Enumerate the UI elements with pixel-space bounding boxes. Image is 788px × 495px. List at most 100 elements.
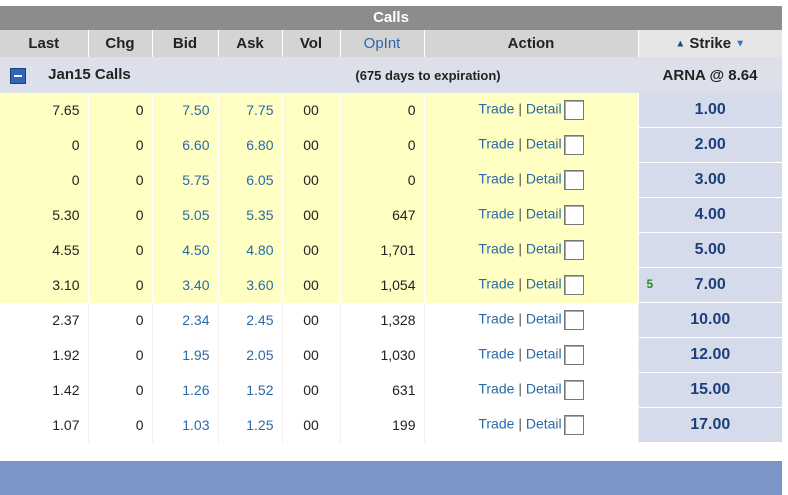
detail-link[interactable]: Detail	[526, 276, 562, 292]
open-interest: 199	[340, 407, 425, 443]
ask-price: 2.45	[218, 302, 283, 338]
strike-price: 15.00	[690, 381, 731, 398]
strike-price-cell[interactable]: 4.00	[638, 197, 782, 233]
ask-price: 6.05	[218, 162, 283, 198]
last-price: 0	[0, 162, 89, 198]
bid-price: 5.75	[152, 162, 219, 198]
col-strike[interactable]: ▲ Strike ▼	[638, 30, 782, 57]
detail-link[interactable]: Detail	[526, 416, 562, 432]
volume: 00	[282, 93, 341, 128]
strike-price-cell[interactable]: 15.00	[638, 372, 782, 408]
select-checkbox[interactable]	[563, 135, 584, 155]
select-checkbox[interactable]	[563, 100, 584, 121]
action-cell: Trade | Detail	[424, 232, 639, 268]
ask-price: 5.35	[218, 197, 283, 233]
collapse-icon[interactable]	[10, 67, 26, 84]
strike-price-cell[interactable]: 1.00	[638, 93, 782, 128]
change: 0	[88, 127, 153, 163]
action-cell: Trade | Detail	[424, 127, 639, 163]
open-interest: 1,030	[340, 337, 425, 373]
bid-price: 7.50	[152, 93, 219, 128]
option-row: 5.30 0 5.05 5.35 00 647 Trade | Detail 4.00	[0, 197, 782, 233]
last-price: 5.30	[0, 197, 89, 233]
strike-price-cell[interactable]: 10.00	[638, 302, 782, 338]
change: 0	[88, 162, 153, 198]
detail-link[interactable]: Detail	[526, 241, 562, 257]
detail-link[interactable]: Detail	[526, 346, 562, 362]
detail-link[interactable]: Detail	[526, 171, 562, 187]
change: 0	[88, 93, 153, 128]
trade-link[interactable]: Trade	[478, 101, 514, 117]
detail-link[interactable]: Detail	[526, 206, 562, 222]
last-price: 0	[0, 127, 89, 163]
select-checkbox[interactable]	[563, 205, 584, 225]
volume: 00	[282, 407, 341, 443]
option-row: 1.07 0 1.03 1.25 00 199 Trade | Detail 17.00	[0, 407, 782, 443]
trade-link[interactable]: Trade	[478, 136, 514, 152]
select-checkbox[interactable]	[563, 170, 584, 190]
link-separator: |	[518, 310, 522, 327]
ask-price: 6.80	[218, 127, 283, 163]
volume: 00	[282, 232, 341, 268]
select-checkbox[interactable]	[563, 310, 584, 330]
link-separator: |	[518, 100, 522, 117]
trade-link[interactable]: Trade	[478, 276, 514, 292]
open-interest: 1,328	[340, 302, 425, 338]
detail-link[interactable]: Detail	[526, 136, 562, 152]
ask-price: 2.05	[218, 337, 283, 373]
last-price: 4.55	[0, 232, 89, 268]
col-ask[interactable]: Ask	[218, 30, 283, 57]
col-bid[interactable]: Bid	[152, 30, 219, 57]
bid-price: 3.40	[152, 267, 219, 303]
days-to-expiration: (675 days to expiration)	[218, 57, 638, 93]
column-header-row: Last Chg Bid Ask Vol OpInt Action ▲ Stri…	[0, 30, 782, 57]
select-checkbox[interactable]	[563, 380, 584, 400]
bid-price: 1.95	[152, 337, 219, 373]
select-checkbox[interactable]	[563, 345, 584, 365]
ask-price: 1.52	[218, 372, 283, 408]
trade-link[interactable]: Trade	[478, 241, 514, 257]
open-interest: 631	[340, 372, 425, 408]
trade-link[interactable]: Trade	[478, 311, 514, 327]
bid-price: 1.03	[152, 407, 219, 443]
trade-link[interactable]: Trade	[478, 346, 514, 362]
strike-price-cell[interactable]: 12.00	[638, 337, 782, 373]
volume: 00	[282, 337, 341, 373]
bid-price: 6.60	[152, 127, 219, 163]
select-checkbox[interactable]	[563, 275, 584, 295]
detail-link[interactable]: Detail	[526, 381, 562, 397]
col-chg[interactable]: Chg	[88, 30, 153, 57]
detail-link[interactable]: Detail	[526, 311, 562, 327]
trade-link[interactable]: Trade	[478, 381, 514, 397]
expiration-group-row: Jan15 Calls (675 days to expiration) ARN…	[0, 57, 782, 93]
col-vol[interactable]: Vol	[282, 30, 341, 57]
strike-price: 4.00	[694, 206, 726, 223]
link-separator: |	[518, 380, 522, 397]
option-row: 1.42 0 1.26 1.52 00 631 Trade | Detail 15.00	[0, 372, 782, 408]
strike-price-cell[interactable]: 3.00	[638, 162, 782, 198]
ask-price: 7.75	[218, 93, 283, 128]
strike-price-cell[interactable]: 17.00	[638, 407, 782, 443]
trade-link[interactable]: Trade	[478, 416, 514, 432]
ask-price: 3.60	[218, 267, 283, 303]
sort-down-icon[interactable]: ▼	[735, 39, 745, 50]
col-last[interactable]: Last	[0, 30, 89, 57]
link-separator: |	[518, 170, 522, 187]
volume: 00	[282, 267, 341, 303]
select-checkbox[interactable]	[563, 415, 584, 435]
detail-link[interactable]: Detail	[526, 101, 562, 117]
position-marker: 5	[646, 277, 654, 291]
volume: 00	[282, 197, 341, 233]
trade-link[interactable]: Trade	[478, 206, 514, 222]
select-checkbox[interactable]	[563, 240, 584, 260]
strike-price-cell[interactable]: 5.00	[638, 232, 782, 268]
action-cell: Trade | Detail	[424, 197, 639, 233]
trade-link[interactable]: Trade	[478, 171, 514, 187]
sort-up-icon[interactable]: ▲	[675, 39, 685, 50]
strike-price-cell[interactable]: 5 7.00	[638, 267, 782, 303]
strike-price-cell[interactable]: 2.00	[638, 127, 782, 163]
last-price: 3.10	[0, 267, 89, 303]
col-open-interest[interactable]: OpInt	[340, 30, 425, 57]
options-table: Last Chg Bid Ask Vol OpInt Action ▲ Stri…	[0, 30, 782, 443]
link-separator: |	[518, 345, 522, 362]
